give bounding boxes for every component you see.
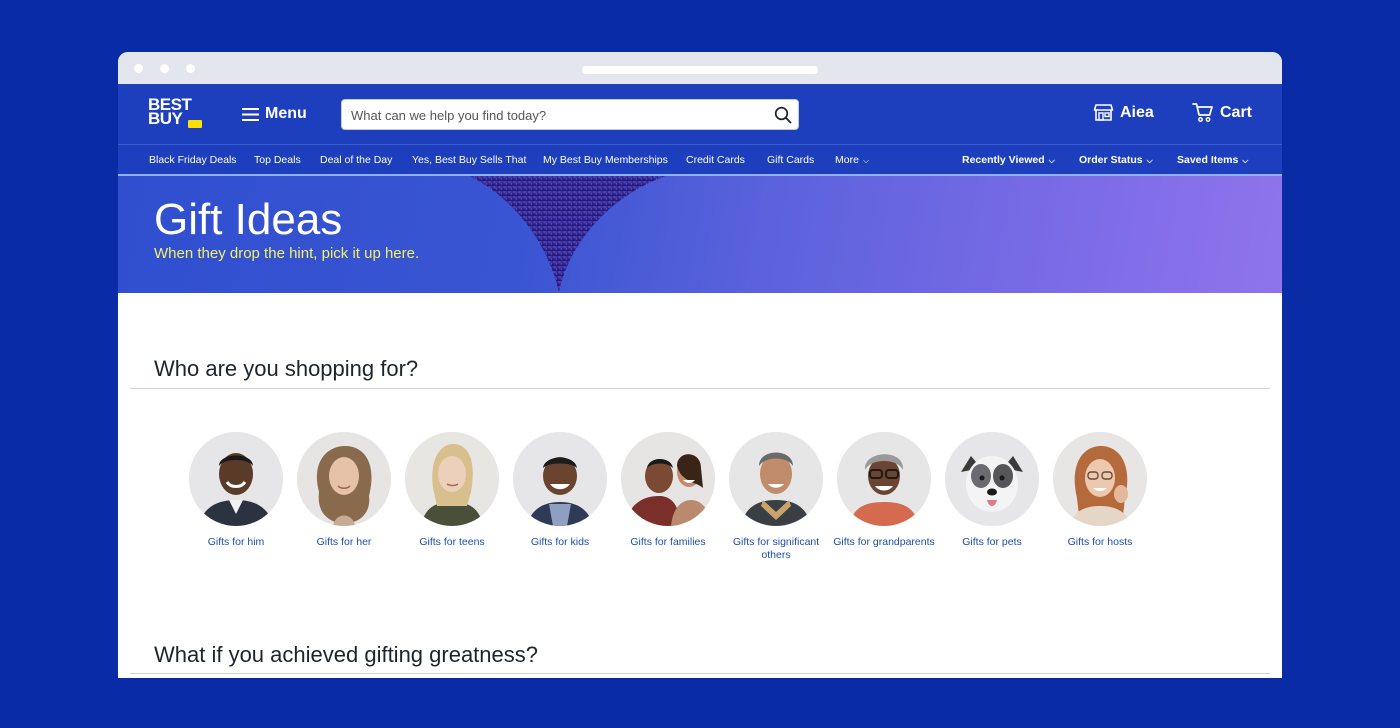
nav-recently-viewed[interactable]: Recently Viewed ⌵ [962,154,1055,166]
window-dot-maximize[interactable] [186,64,195,73]
menu-label: Menu [265,105,307,122]
outer-frame: BEST BUY Menu What can we help you find … [0,0,1400,728]
gift-label-her: Gifts for her [316,536,372,548]
browser-chrome [118,52,1282,84]
logo-tag-icon [188,120,202,128]
nav-yes-best-buy-sells-that[interactable]: Yes, Best Buy Sells That [412,154,526,166]
chevron-down-icon: ⌵ [862,156,870,165]
gift-image-significant-others [729,432,823,526]
nav-credit-cards[interactable]: Credit Cards [686,154,745,166]
nav-order-status[interactable]: Order Status ⌵ [1079,154,1153,166]
gift-label-hosts: Gifts for hosts [1067,536,1133,548]
hero-banner: Gift Ideas When they drop the hint, pick… [118,176,1282,293]
gift-category-teens[interactable]: Gifts for teens [398,432,506,549]
gift-label-significant-others: Gifts for significant others [732,536,820,561]
gift-label-families: Gifts for families [630,536,706,548]
nav-top-deals[interactable]: Top Deals [254,154,301,166]
menu-button[interactable]: Menu [242,102,307,126]
nav-saved-items-label: Saved Items [1177,154,1239,166]
gift-image-grandparents [837,432,931,526]
nav-black-friday-deals[interactable]: Black Friday Deals [149,154,237,166]
nav-more[interactable]: More ⌵ [835,154,869,166]
nav-gift-cards[interactable]: Gift Cards [767,154,814,166]
search-input[interactable] [349,100,773,131]
chevron-down-icon: ⌵ [1146,156,1153,165]
chevron-down-icon: ⌵ [1048,156,1055,165]
gift-label-pets: Gifts for pets [962,536,1022,548]
gift-category-families[interactable]: Gifts for families [614,432,722,549]
gift-label-him: Gifts for him [207,536,265,548]
cart-label: Cart [1220,103,1253,121]
gift-label-grandparents: Gifts for grandparents [833,536,935,548]
nav-order-status-label: Order Status [1079,154,1143,166]
secondary-nav: Black Friday Deals Top Deals Deal of the… [118,144,1282,176]
section-title-shopping-for: Who are you shopping for? [154,356,419,381]
section-title-greatness: What if you achieved gifting greatness? [154,642,539,667]
gift-category-her[interactable]: Gifts for her [290,432,398,549]
gift-category-him[interactable]: Gifts for him [182,432,290,549]
hamburger-icon [242,107,259,121]
hero-subtitle: When they drop the hint, pick it up here… [154,245,420,262]
nav-recently-viewed-label: Recently Viewed [962,154,1045,166]
gift-category-pets[interactable]: Gifts for pets [938,432,1046,549]
gift-category-significant-others[interactable]: Gifts for significant others [722,432,830,562]
gift-image-kids [513,432,607,526]
divider [130,388,1270,389]
search-icon[interactable] [774,106,792,124]
browser-window: BEST BUY Menu What can we help you find … [118,52,1282,678]
gift-category-kids[interactable]: Gifts for kids [506,432,614,549]
hero-title: Gift Ideas [154,195,343,244]
gift-image-him [189,432,283,526]
window-dot-close[interactable] [134,64,143,73]
gift-image-hosts [1053,432,1147,526]
gift-category-grandparents[interactable]: Gifts for grandparents [830,432,938,549]
address-bar[interactable] [582,66,818,74]
gift-label-kids: Gifts for kids [530,536,590,548]
gift-image-pets [945,432,1039,526]
cart-button[interactable]: Cart [1192,102,1252,123]
nav-memberships[interactable]: My Best Buy Memberships [543,154,668,166]
cart-icon [1192,103,1213,122]
gift-image-her [297,432,391,526]
divider [130,673,1270,674]
best-buy-logo[interactable]: BEST BUY [148,96,202,132]
nav-saved-items[interactable]: Saved Items ⌵ [1177,154,1248,166]
gift-category-hosts[interactable]: Gifts for hosts [1046,432,1154,549]
search-box [341,99,799,131]
chevron-down-icon: ⌵ [1242,156,1249,165]
store-label: Aiea [1120,103,1154,121]
nav-more-label: More [835,154,859,166]
site-header: BEST BUY Menu What can we help you find … [118,84,1282,144]
gift-image-families [621,432,715,526]
window-dot-minimize[interactable] [160,64,169,73]
nav-deal-of-the-day[interactable]: Deal of the Day [320,154,392,166]
gift-category-list: Gifts for him Gifts for her Gifts for te… [182,432,1182,572]
store-icon [1093,104,1114,121]
gift-image-teens [405,432,499,526]
gift-label-teens: Gifts for teens [419,536,485,548]
store-locator[interactable]: Aiea [1093,102,1154,123]
